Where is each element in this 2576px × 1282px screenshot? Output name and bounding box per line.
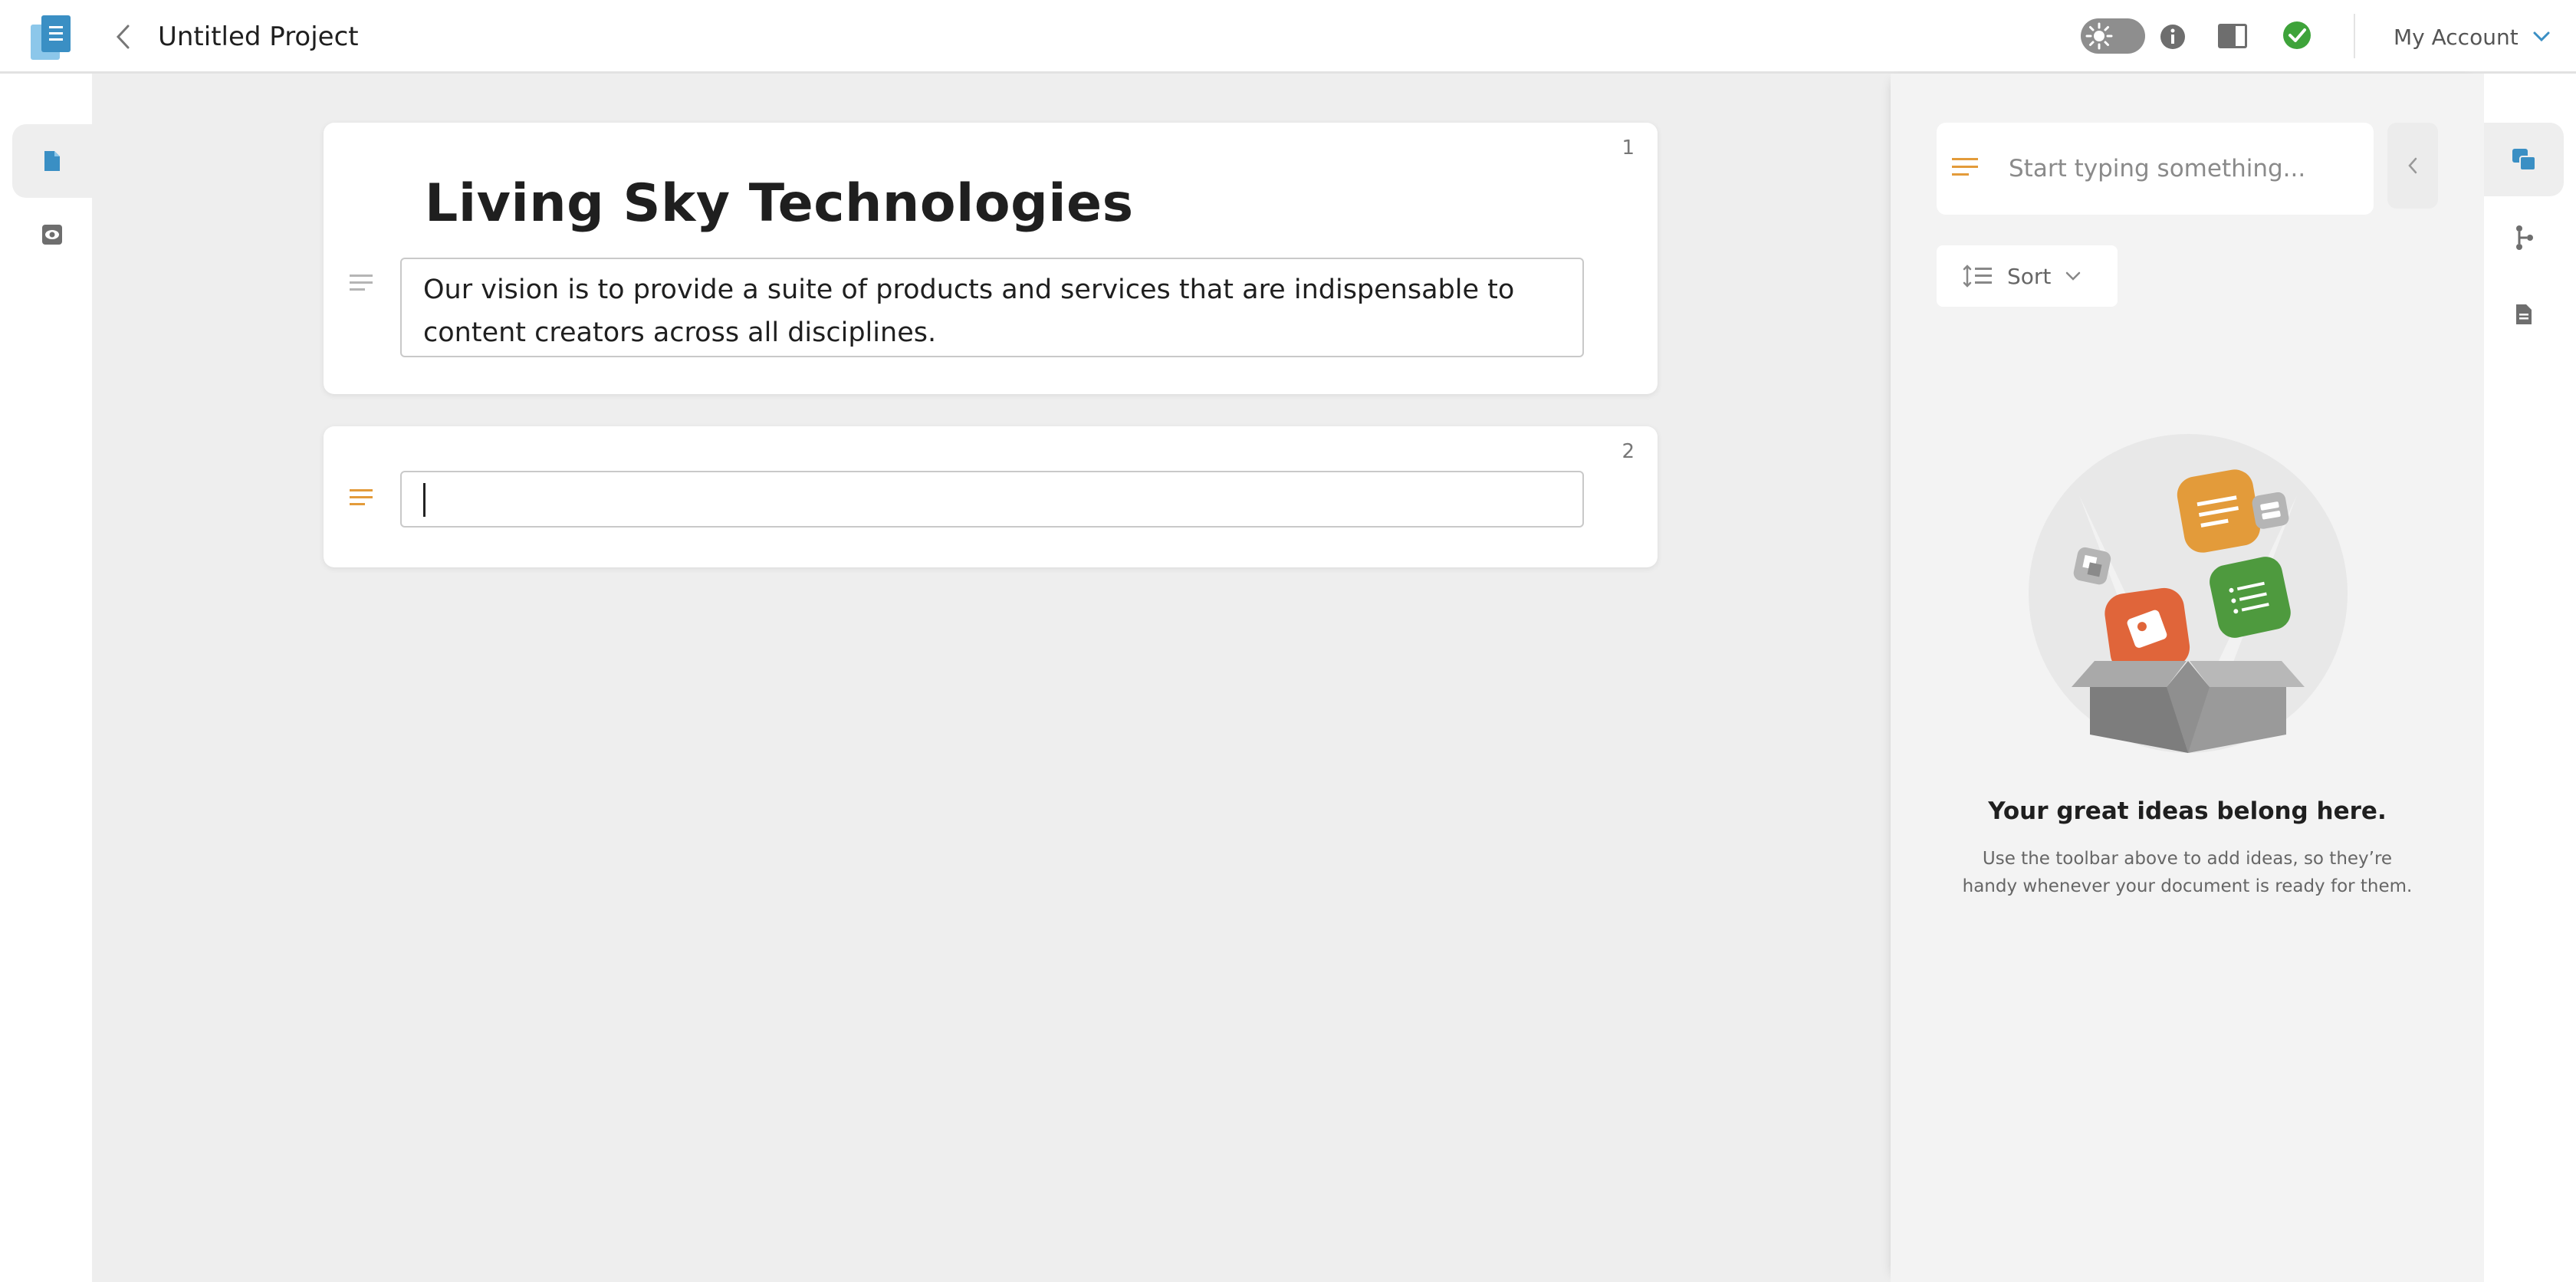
empty-ideas-illustration-icon xyxy=(2029,434,2348,753)
idea-input[interactable] xyxy=(2009,146,2354,192)
sort-label: Sort xyxy=(2007,263,2052,289)
chevron-left-icon xyxy=(116,25,130,49)
collapse-panel-button[interactable] xyxy=(2387,123,2438,209)
ideas-stack-icon xyxy=(2512,149,2536,171)
text-caret xyxy=(423,483,426,517)
chevron-down-icon xyxy=(2066,271,2081,281)
block-text-field[interactable]: Our vision is to provide a suite of prod… xyxy=(400,258,1584,357)
editor-canvas: 1 Living Sky Technologies Our vision is … xyxy=(92,74,1891,1282)
block-text-field-active[interactable] xyxy=(400,471,1584,528)
top-bar: Untitled Project My Account xyxy=(0,0,2576,74)
document-icon xyxy=(2516,304,2532,324)
account-menu[interactable]: My Account xyxy=(2394,20,2551,54)
sidebar-item-preview[interactable] xyxy=(12,204,92,265)
chevron-down-icon xyxy=(2533,31,2550,42)
project-title[interactable]: Untitled Project xyxy=(158,18,359,55)
document-icon xyxy=(44,151,60,171)
content-block-1: 1 Living Sky Technologies Our vision is … xyxy=(324,123,1658,394)
header-divider xyxy=(2354,14,2355,58)
back-button[interactable] xyxy=(107,20,138,54)
sidebar-item-ideas[interactable] xyxy=(2484,123,2564,196)
paragraph-lines-icon[interactable] xyxy=(350,488,376,508)
sun-icon xyxy=(2085,22,2113,50)
paragraph-lines-icon[interactable] xyxy=(350,273,376,293)
check-circle-icon xyxy=(2283,21,2311,49)
idea-input-box xyxy=(1937,123,2374,215)
preview-eye-icon xyxy=(42,225,62,245)
split-layout-icon xyxy=(2218,24,2247,48)
empty-state-description: Use the toolbar above to add ideas, so t… xyxy=(1962,849,2413,896)
block-heading[interactable]: Living Sky Technologies xyxy=(425,173,1134,234)
empty-state-title: Your great ideas belong here. xyxy=(1988,797,2387,825)
sidebar-item-document[interactable] xyxy=(12,124,92,198)
sort-button[interactable]: Sort xyxy=(1937,245,2118,307)
theme-toggle[interactable] xyxy=(2081,18,2145,54)
sidebar-item-branches[interactable] xyxy=(2484,207,2564,268)
layout-toggle-button[interactable] xyxy=(2217,23,2248,51)
left-sidebar xyxy=(0,74,92,1282)
block-number: 1 xyxy=(1622,136,1635,159)
ideas-panel: Sort xyxy=(1891,74,2484,1282)
sidebar-item-document[interactable] xyxy=(2484,284,2564,345)
block-number: 2 xyxy=(1622,440,1635,463)
idea-lines-icon xyxy=(1952,158,1980,182)
sync-status-button[interactable] xyxy=(2282,20,2312,51)
info-icon xyxy=(2160,25,2185,49)
info-button[interactable] xyxy=(2159,23,2187,51)
chevron-left-icon xyxy=(2408,157,2417,174)
app-logo-icon[interactable] xyxy=(29,14,74,61)
content-block-2: 2 xyxy=(324,426,1658,567)
account-label: My Account xyxy=(2394,24,2518,50)
right-sidebar xyxy=(2484,74,2576,1282)
branch-icon xyxy=(2516,225,2533,250)
sort-lines-icon xyxy=(1963,265,1992,288)
